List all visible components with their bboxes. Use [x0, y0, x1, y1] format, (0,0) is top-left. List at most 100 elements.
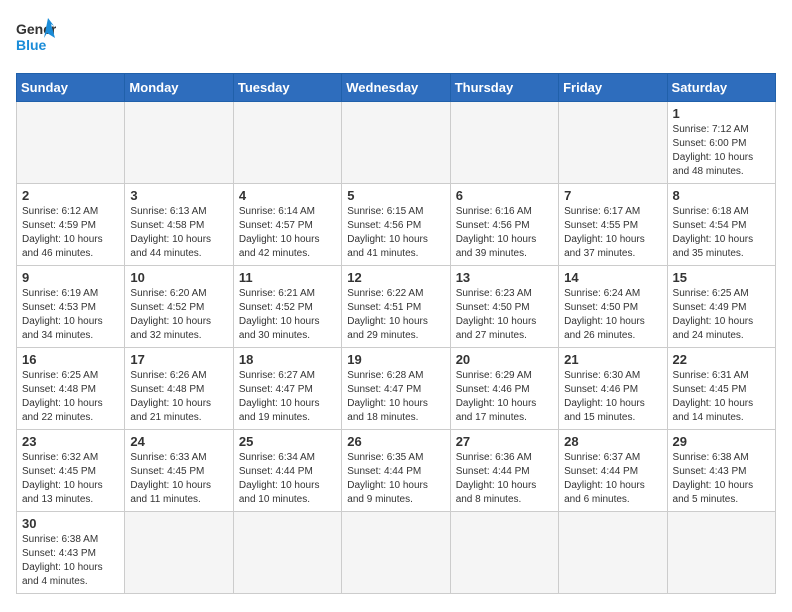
calendar-cell: 30 Sunrise: 6:38 AM Sunset: 4:43 PM Dayli… — [17, 512, 125, 594]
day-number: 11 — [239, 270, 336, 285]
calendar-cell — [559, 512, 667, 594]
day-number: 3 — [130, 188, 227, 203]
weekday-header-monday: Monday — [125, 74, 233, 102]
day-info: Sunrise: 6:23 AM Sunset: 4:50 PM Dayligh… — [456, 287, 553, 343]
day-number: 13 — [456, 270, 553, 285]
day-number: 19 — [347, 352, 444, 367]
weekday-header-row: SundayMondayTuesdayWednesdayThursdayFrid… — [17, 74, 776, 102]
calendar-cell: 16 Sunrise: 6:25 AM Sunset: 4:48 PM Dayli… — [17, 348, 125, 430]
day-info: Sunrise: 6:13 AM Sunset: 4:58 PM Dayligh… — [130, 205, 227, 261]
calendar-cell — [233, 102, 341, 184]
day-number: 15 — [673, 270, 770, 285]
day-number: 14 — [564, 270, 661, 285]
calendar-cell: 20 Sunrise: 6:29 AM Sunset: 4:46 PM Dayli… — [450, 348, 558, 430]
calendar-cell — [559, 102, 667, 184]
day-number: 23 — [22, 434, 119, 449]
day-number: 18 — [239, 352, 336, 367]
calendar-cell — [342, 102, 450, 184]
calendar-cell: 14Sunrise: 6:24 AM Sunset: 4:50 PM Dayli… — [559, 266, 667, 348]
weekday-header-wednesday: Wednesday — [342, 74, 450, 102]
page-header: General Blue — [16, 16, 776, 61]
day-info: Sunrise: 6:37 AM Sunset: 4:44 PM Dayligh… — [564, 451, 661, 507]
weekday-header-sunday: Sunday — [17, 74, 125, 102]
day-number: 16 — [22, 352, 119, 367]
day-info: Sunrise: 6:14 AM Sunset: 4:57 PM Dayligh… — [239, 205, 336, 261]
day-info: Sunrise: 6:38 AM Sunset: 4:43 PM Dayligh… — [673, 451, 770, 507]
calendar-cell: 11 Sunrise: 6:21 AM Sunset: 4:52 PM Dayli… — [233, 266, 341, 348]
calendar-cell — [450, 512, 558, 594]
day-number: 29 — [673, 434, 770, 449]
day-info: Sunrise: 6:35 AM Sunset: 4:44 PM Dayligh… — [347, 451, 444, 507]
calendar-cell — [233, 512, 341, 594]
day-info: Sunrise: 6:20 AM Sunset: 4:52 PM Dayligh… — [130, 287, 227, 343]
calendar-week-row: 1Sunrise: 7:12 AM Sunset: 6:00 PM Daylig… — [17, 102, 776, 184]
day-number: 21 — [564, 352, 661, 367]
day-info: Sunrise: 6:30 AM Sunset: 4:46 PM Dayligh… — [564, 369, 661, 425]
day-info: Sunrise: 6:28 AM Sunset: 4:47 PM Dayligh… — [347, 369, 444, 425]
calendar-cell: 5 Sunrise: 6:15 AM Sunset: 4:56 PM Daylig… — [342, 184, 450, 266]
day-info: Sunrise: 6:17 AM Sunset: 4:55 PM Dayligh… — [564, 205, 661, 261]
calendar-cell — [125, 102, 233, 184]
day-number: 28 — [564, 434, 661, 449]
calendar-cell: 19 Sunrise: 6:28 AM Sunset: 4:47 PM Dayli… — [342, 348, 450, 430]
calendar-cell: 25Sunrise: 6:34 AM Sunset: 4:44 PM Dayli… — [233, 430, 341, 512]
calendar-cell — [667, 512, 775, 594]
day-info: Sunrise: 6:27 AM Sunset: 4:47 PM Dayligh… — [239, 369, 336, 425]
day-info: Sunrise: 6:15 AM Sunset: 4:56 PM Dayligh… — [347, 205, 444, 261]
day-number: 2 — [22, 188, 119, 203]
calendar-cell: 29 Sunrise: 6:38 AM Sunset: 4:43 PM Dayli… — [667, 430, 775, 512]
weekday-header-friday: Friday — [559, 74, 667, 102]
day-info: Sunrise: 6:21 AM Sunset: 4:52 PM Dayligh… — [239, 287, 336, 343]
calendar-cell — [17, 102, 125, 184]
calendar-cell: 17Sunrise: 6:26 AM Sunset: 4:48 PM Dayli… — [125, 348, 233, 430]
day-info: Sunrise: 6:12 AM Sunset: 4:59 PM Dayligh… — [22, 205, 119, 261]
day-number: 1 — [673, 106, 770, 121]
calendar-cell: 21 Sunrise: 6:30 AM Sunset: 4:46 PM Dayli… — [559, 348, 667, 430]
calendar-cell: 12Sunrise: 6:22 AM Sunset: 4:51 PM Dayli… — [342, 266, 450, 348]
day-number: 4 — [239, 188, 336, 203]
day-info: Sunrise: 6:38 AM Sunset: 4:43 PM Dayligh… — [22, 533, 119, 589]
calendar-cell: 7 Sunrise: 6:17 AM Sunset: 4:55 PM Daylig… — [559, 184, 667, 266]
day-number: 20 — [456, 352, 553, 367]
calendar-cell: 6Sunrise: 6:16 AM Sunset: 4:56 PM Daylig… — [450, 184, 558, 266]
day-info: Sunrise: 6:29 AM Sunset: 4:46 PM Dayligh… — [456, 369, 553, 425]
logo: General Blue — [16, 16, 56, 61]
calendar-cell: 10 Sunrise: 6:20 AM Sunset: 4:52 PM Dayli… — [125, 266, 233, 348]
calendar-week-row: 2 Sunrise: 6:12 AM Sunset: 4:59 PM Daylig… — [17, 184, 776, 266]
day-info: Sunrise: 6:25 AM Sunset: 4:48 PM Dayligh… — [22, 369, 119, 425]
day-number: 17 — [130, 352, 227, 367]
day-number: 9 — [22, 270, 119, 285]
day-number: 8 — [673, 188, 770, 203]
calendar-cell: 4 Sunrise: 6:14 AM Sunset: 4:57 PM Daylig… — [233, 184, 341, 266]
calendar-cell — [125, 512, 233, 594]
calendar-cell: 8Sunrise: 6:18 AM Sunset: 4:54 PM Daylig… — [667, 184, 775, 266]
day-number: 26 — [347, 434, 444, 449]
day-info: Sunrise: 6:31 AM Sunset: 4:45 PM Dayligh… — [673, 369, 770, 425]
weekday-header-saturday: Saturday — [667, 74, 775, 102]
day-number: 12 — [347, 270, 444, 285]
calendar-cell: 23 Sunrise: 6:32 AM Sunset: 4:45 PM Dayli… — [17, 430, 125, 512]
day-info: Sunrise: 6:32 AM Sunset: 4:45 PM Dayligh… — [22, 451, 119, 507]
calendar-cell: 26 Sunrise: 6:35 AM Sunset: 4:44 PM Dayli… — [342, 430, 450, 512]
calendar-cell: 28 Sunrise: 6:37 AM Sunset: 4:44 PM Dayli… — [559, 430, 667, 512]
generalblue-logo-icon: General Blue — [16, 16, 56, 61]
calendar-week-row: 30 Sunrise: 6:38 AM Sunset: 4:43 PM Dayli… — [17, 512, 776, 594]
day-number: 5 — [347, 188, 444, 203]
day-info: Sunrise: 6:16 AM Sunset: 4:56 PM Dayligh… — [456, 205, 553, 261]
calendar-table: SundayMondayTuesdayWednesdayThursdayFrid… — [16, 73, 776, 594]
calendar-cell: 3 Sunrise: 6:13 AM Sunset: 4:58 PM Daylig… — [125, 184, 233, 266]
calendar-cell: 22 Sunrise: 6:31 AM Sunset: 4:45 PM Dayli… — [667, 348, 775, 430]
day-number: 7 — [564, 188, 661, 203]
day-info: Sunrise: 6:36 AM Sunset: 4:44 PM Dayligh… — [456, 451, 553, 507]
calendar-week-row: 23 Sunrise: 6:32 AM Sunset: 4:45 PM Dayli… — [17, 430, 776, 512]
calendar-cell — [342, 512, 450, 594]
calendar-week-row: 16 Sunrise: 6:25 AM Sunset: 4:48 PM Dayli… — [17, 348, 776, 430]
calendar-cell: 27Sunrise: 6:36 AM Sunset: 4:44 PM Dayli… — [450, 430, 558, 512]
day-number: 30 — [22, 516, 119, 531]
day-number: 10 — [130, 270, 227, 285]
weekday-header-thursday: Thursday — [450, 74, 558, 102]
calendar-cell — [450, 102, 558, 184]
logo-container: General Blue — [16, 16, 56, 61]
weekday-header-tuesday: Tuesday — [233, 74, 341, 102]
day-number: 22 — [673, 352, 770, 367]
